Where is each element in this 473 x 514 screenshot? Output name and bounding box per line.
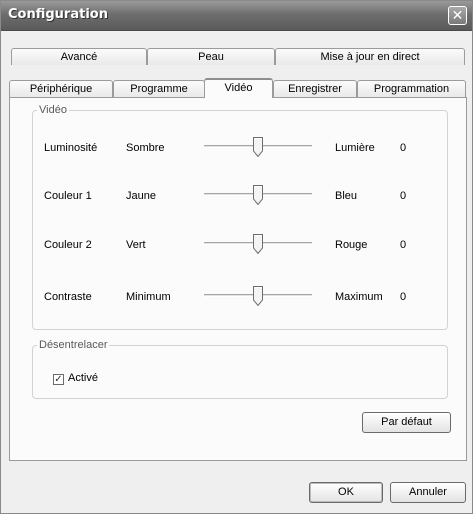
- tab-avance[interactable]: Avancé: [11, 48, 147, 65]
- slider-thumb[interactable]: [253, 234, 263, 255]
- default-button-label: Par défaut: [381, 416, 432, 428]
- tab-enregistrer[interactable]: Enregistrer: [273, 80, 357, 97]
- slider-row-label: Couleur 2: [44, 239, 92, 251]
- slider-thumb[interactable]: [253, 185, 263, 206]
- slider-value: 0: [400, 190, 407, 202]
- tab-peau[interactable]: Peau: [147, 48, 275, 65]
- tab-programmation[interactable]: Programmation: [357, 80, 466, 97]
- tab-label: Mise à jour en direct: [320, 51, 420, 63]
- slider-max-label: Bleu: [335, 190, 358, 202]
- tab-mise-a-jour[interactable]: Mise à jour en direct: [275, 48, 465, 65]
- close-button[interactable]: ✕: [448, 6, 467, 25]
- slider-thumb[interactable]: [253, 137, 263, 158]
- tab-peripherique[interactable]: Périphérique: [9, 80, 113, 97]
- deinterlace-group: Désentrelacer: [32, 339, 448, 399]
- tab-label: Vidéo: [224, 82, 253, 94]
- deinterlace-checkbox[interactable]: ✓: [53, 374, 64, 385]
- deinterlace-group-title: Désentrelacer: [39, 339, 108, 351]
- slider-couleur-1[interactable]: [204, 185, 312, 206]
- slider-min-label: Jaune: [126, 190, 156, 202]
- slider-max-label: Rouge: [335, 239, 368, 251]
- slider-luminosit-[interactable]: [204, 137, 312, 158]
- slider-row-label: Contraste: [44, 291, 92, 303]
- tab-label: Programmation: [373, 83, 450, 95]
- slider-couleur-2[interactable]: [204, 234, 312, 255]
- slider-thumb[interactable]: [253, 286, 263, 307]
- configuration-dialog: Configuration ✕ Avancé Peau Mise à jour …: [0, 0, 473, 514]
- ok-button-label: OK: [338, 486, 354, 498]
- slider-max-label: Maximum: [335, 291, 383, 303]
- default-button[interactable]: Par défaut: [362, 412, 451, 433]
- slider-min-label: Minimum: [126, 291, 171, 303]
- ok-button[interactable]: OK: [309, 482, 383, 503]
- tab-label: Avancé: [60, 51, 98, 63]
- slider-value: 0: [400, 239, 407, 251]
- tab-label: Peau: [198, 51, 224, 63]
- tab-video[interactable]: Vidéo: [204, 78, 273, 98]
- tab-label: Enregistrer: [288, 83, 342, 95]
- cancel-button[interactable]: Annuler: [390, 482, 466, 503]
- tab-label: Programme: [130, 83, 188, 95]
- window-title: Configuration: [8, 7, 108, 22]
- slider-value: 0: [400, 291, 407, 303]
- tab-programme[interactable]: Programme: [113, 80, 205, 97]
- deinterlace-checkbox-label[interactable]: Activé: [68, 372, 98, 384]
- cancel-button-label: Annuler: [409, 486, 447, 498]
- slider-row-label: Couleur 1: [44, 190, 92, 202]
- title-bar[interactable]: Configuration ✕: [1, 1, 472, 31]
- check-icon: ✓: [54, 374, 63, 385]
- slider-value: 0: [400, 142, 407, 154]
- slider-contraste[interactable]: [204, 286, 312, 307]
- tab-label: Périphérique: [29, 83, 93, 95]
- video-tab-panel: Vidéo Désentrelacer ✓ Activé Par défaut …: [9, 97, 467, 461]
- slider-row-label: Luminosité: [44, 142, 98, 154]
- slider-min-label: Sombre: [126, 142, 165, 154]
- slider-max-label: Lumière: [335, 142, 375, 154]
- video-group-title: Vidéo: [39, 104, 67, 116]
- slider-min-label: Vert: [126, 239, 146, 251]
- close-icon: ✕: [451, 7, 464, 23]
